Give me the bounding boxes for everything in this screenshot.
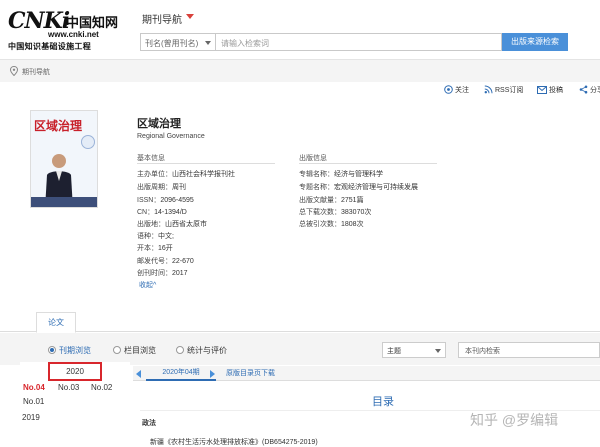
logo-brand-cn: 中国知网 — [66, 16, 119, 31]
publish-info-heading: 出版信息 — [299, 153, 437, 164]
follow-button[interactable]: 关注 — [444, 85, 469, 95]
chevron-down-icon — [205, 41, 211, 45]
logo-slogan: 中国知识基础设施工程 — [8, 42, 91, 51]
radio-statistics[interactable]: 统计与评价 — [176, 345, 227, 356]
info-downloads: 总下载次数：383070次 — [299, 209, 372, 216]
info-founded: 创刊时间：2017 — [137, 270, 188, 277]
prev-arrow-icon[interactable] — [136, 370, 141, 378]
journal-title: 区域治理 — [137, 118, 181, 130]
info-postal-code: 邮发代号：22-670 — [137, 258, 194, 265]
info-frequency: 出版周期：周刊 — [137, 184, 186, 191]
radio-issue-browse[interactable]: 刊期浏览 — [48, 345, 91, 356]
subject-select[interactable]: 主题 — [382, 342, 446, 358]
info-language: 语种：中文; — [137, 233, 174, 240]
info-sponsor: 主办单位：山西社会科学报刊社 — [137, 171, 235, 178]
info-citations: 总被引次数：1808次 — [299, 221, 364, 228]
year-2019[interactable]: 2019 — [22, 413, 40, 422]
cover-title: 区域治理 — [34, 119, 83, 133]
caret-down-icon[interactable] — [186, 14, 194, 19]
toc-section-heading: 政法 — [142, 420, 156, 427]
share-button[interactable]: 分享 — [579, 85, 600, 95]
breadcrumb-journal-nav[interactable]: 期刊导航 — [22, 67, 50, 77]
journal-cover-image: 区域治理 — [30, 110, 98, 208]
radio-column-browse[interactable]: 栏目浏览 — [113, 345, 156, 356]
mail-icon — [537, 86, 547, 94]
year-2020[interactable]: 2020 — [48, 362, 102, 381]
content-tab-bar — [0, 312, 600, 332]
location-pin-icon — [10, 66, 18, 76]
collapse-link[interactable]: 收起^ — [139, 280, 156, 290]
info-article-count: 出版文献量：2751篇 — [299, 197, 364, 204]
toc-title: 目录 — [372, 396, 394, 408]
source-search-button[interactable]: 出版来源检索 — [502, 33, 568, 51]
rss-icon — [484, 85, 493, 94]
info-album: 专辑名称：经济与管理科学 — [299, 171, 383, 178]
info-issn: ISSN：2096-4595 — [137, 197, 194, 204]
radio-icon — [113, 346, 121, 354]
basic-info-heading: 基本信息 — [137, 153, 275, 164]
search-input[interactable]: 请输入检索词 — [216, 33, 502, 51]
follow-icon — [444, 85, 453, 94]
info-place: 出版地：山西省太原市 — [137, 221, 207, 228]
site-header: CNKi 中国知网 www.cnki.net 中国知识基础设施工程 期刊导航 刊… — [0, 0, 600, 60]
search-field-select[interactable]: 刊名(曾用刊名) — [140, 33, 216, 51]
submit-manuscript-button[interactable]: 投稿 — [537, 85, 563, 95]
info-topic: 专题名称：宏观经济管理与可持续发展 — [299, 184, 418, 191]
radio-icon — [176, 346, 184, 354]
journal-title-en: Regional Governance — [137, 133, 205, 140]
toc-article-link[interactable]: 新疆《农村生活污水处理排放标准》(DB654275-2019) — [150, 437, 318, 447]
rss-button[interactable]: RSS订阅 — [484, 85, 523, 95]
chevron-down-icon — [435, 349, 441, 353]
in-journal-search-input[interactable]: 本刊内检索 — [458, 342, 600, 358]
tab-issue-2020-04[interactable]: 2020年04期 — [146, 366, 216, 381]
journal-actions: 关注 RSS订阅 投稿 分享 — [0, 85, 600, 97]
issue-no04[interactable]: No.04 — [23, 383, 45, 392]
original-toc-download-link[interactable]: 原版目录页下载 — [226, 367, 275, 380]
radio-selected-icon — [48, 346, 56, 354]
next-arrow-icon[interactable] — [210, 370, 215, 378]
journal-nav-menu[interactable]: 期刊导航 — [142, 11, 182, 26]
cnki-logo[interactable]: CNKi 中国知网 www.cnki.net 中国知识基础设施工程 — [8, 8, 126, 51]
cover-badge — [81, 135, 95, 149]
share-icon — [579, 85, 588, 94]
issue-no02[interactable]: No.02 — [91, 383, 112, 392]
search-field-label: 刊名(曾用刊名) — [145, 39, 199, 48]
tab-papers[interactable]: 论文 — [36, 312, 76, 333]
logo-url: www.cnki.net — [48, 30, 99, 39]
issue-no01[interactable]: No.01 — [23, 397, 44, 406]
info-cn: CN：14-1394/D — [137, 209, 187, 216]
issue-no03[interactable]: No.03 — [58, 383, 79, 392]
cover-bottom-band — [31, 197, 97, 207]
breadcrumb: 期刊导航 — [0, 60, 600, 82]
info-format: 开本：16开 — [137, 245, 173, 252]
zhihu-watermark: 知乎 @罗编辑 — [470, 412, 559, 428]
